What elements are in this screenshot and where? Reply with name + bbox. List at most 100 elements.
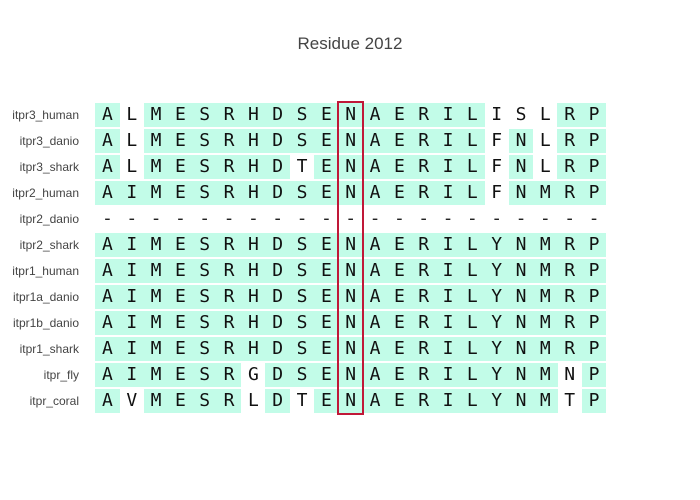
residue-cell: R xyxy=(216,337,242,361)
gap-cell: - xyxy=(296,208,308,229)
residue-cell: I xyxy=(435,103,461,127)
residue-cell: E xyxy=(386,129,412,153)
residue-cell: I xyxy=(435,389,461,413)
residue-cell: E xyxy=(313,233,339,257)
residue-cell: A xyxy=(95,155,120,179)
residue-cell: D xyxy=(265,311,291,335)
residue-cell: S xyxy=(192,389,218,413)
residue-cell: P xyxy=(581,155,607,179)
gap-cell: - xyxy=(539,208,551,229)
residue-cell: L xyxy=(459,337,485,361)
residue-cell: A xyxy=(362,311,388,335)
residue-cell: R xyxy=(411,337,437,361)
residue-cell: N xyxy=(508,389,534,413)
residue-cell: E xyxy=(167,103,193,127)
residue-cell: S xyxy=(192,181,218,205)
residue-cell: S xyxy=(192,103,218,127)
residue-cell: P xyxy=(581,389,607,413)
residue-cell: E xyxy=(313,363,339,387)
residue-cell: A xyxy=(95,181,120,205)
residue-cell: I xyxy=(119,181,145,205)
residue-cell: E xyxy=(167,129,193,153)
residue-cell: S xyxy=(289,363,315,387)
residue-cell: N xyxy=(338,389,364,413)
residue-cell: R xyxy=(216,129,242,153)
sequence-label: itpr3_shark xyxy=(19,160,79,174)
residue-cell: A xyxy=(362,129,388,153)
residue-cell: E xyxy=(167,259,193,283)
residue-cell: I xyxy=(435,181,461,205)
residue-cell: P xyxy=(581,363,607,387)
residue-cell: R xyxy=(216,259,242,283)
residue-cell: S xyxy=(192,363,218,387)
residue-cell: H xyxy=(240,233,266,257)
residue-cell: I xyxy=(435,233,461,257)
residue-cell: R xyxy=(411,155,437,179)
residue-cell: H xyxy=(240,181,266,205)
residue-cell: E xyxy=(313,311,339,335)
residue-cell: R xyxy=(411,181,437,205)
residue-cell: N xyxy=(508,259,534,283)
residue-cell: N xyxy=(338,363,364,387)
residue-cell: P xyxy=(581,311,607,335)
residue-cell: M xyxy=(532,285,558,309)
residue-cell: E xyxy=(386,233,412,257)
residue-cell: R xyxy=(411,233,437,257)
residue-cell: E xyxy=(313,389,339,413)
residue-cell: N xyxy=(338,155,364,179)
residue-cell: L xyxy=(459,155,485,179)
residue-cell: P xyxy=(581,129,607,153)
sequence-label: itpr1b_danio xyxy=(12,316,79,330)
residue-cell: P xyxy=(581,259,607,283)
gap-cell: - xyxy=(515,208,527,229)
residue-cell: N xyxy=(508,129,534,153)
residue-cell: P xyxy=(581,233,607,257)
residue-cell: A xyxy=(362,389,388,413)
residue-cell: L xyxy=(539,156,551,177)
residue-cell: R xyxy=(216,155,242,179)
gap-cell: - xyxy=(247,208,259,229)
residue-cell: L xyxy=(459,389,485,413)
residue-cell: A xyxy=(362,233,388,257)
sequence-label: itpr2_human xyxy=(12,186,79,200)
residue-cell: I xyxy=(119,285,145,309)
residue-cell: I xyxy=(491,104,503,125)
residue-cell: M xyxy=(143,155,169,179)
residue-cell: I xyxy=(435,155,461,179)
residue-cell: S xyxy=(289,285,315,309)
residue-cell: S xyxy=(289,181,315,205)
residue-cell: I xyxy=(119,259,145,283)
residue-cell: E xyxy=(386,285,412,309)
residue-cell: S xyxy=(192,233,218,257)
gap-cell: - xyxy=(564,208,576,229)
residue-cell: T xyxy=(296,156,308,177)
residue-cell: M xyxy=(143,233,169,257)
residue-cell: L xyxy=(459,129,485,153)
residue-cell: R xyxy=(216,181,242,205)
residue-cell: N xyxy=(338,311,364,335)
residue-cell: N xyxy=(338,129,364,153)
residue-cell: R xyxy=(411,363,437,387)
residue-cell: A xyxy=(95,285,120,309)
residue-cell: H xyxy=(240,337,266,361)
residue-cell: A xyxy=(95,363,120,387)
residue-cell: N xyxy=(564,364,576,385)
residue-cell: N xyxy=(508,285,534,309)
residue-cell: L xyxy=(459,181,485,205)
residue-cell: Y xyxy=(484,285,510,309)
gap-cell: - xyxy=(491,208,503,229)
residue-cell: N xyxy=(338,103,364,127)
residue-cell: Y xyxy=(484,259,510,283)
residue-cell: N xyxy=(508,363,534,387)
residue-cell: L xyxy=(126,130,138,151)
sequence-label: itpr1_human xyxy=(12,264,79,278)
sequence-label: itpr3_human xyxy=(12,108,79,122)
residue-cell: D xyxy=(265,259,291,283)
residue-cell: P xyxy=(581,337,607,361)
sequence-label: itpr_fly xyxy=(43,368,79,382)
sequence-label: itpr1a_danio xyxy=(12,290,79,304)
residue-cell: S xyxy=(515,104,527,125)
residue-cell: R xyxy=(216,389,242,413)
residue-cell: Y xyxy=(484,311,510,335)
gap-cell: - xyxy=(320,208,332,229)
